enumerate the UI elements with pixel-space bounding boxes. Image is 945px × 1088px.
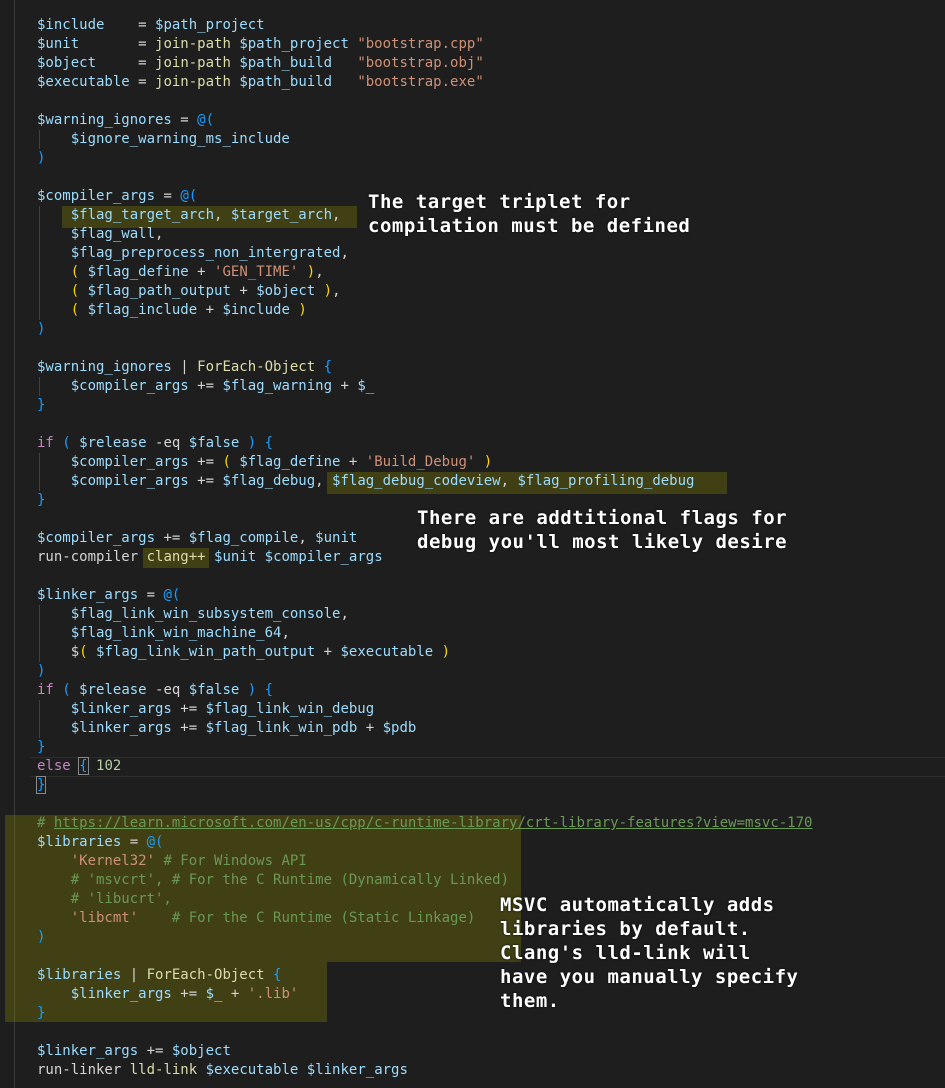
- code-line: ): [37, 663, 46, 679]
- code-line: # 'libucrt',: [70, 891, 172, 907]
- code-line: 'Kernel32' # For Windows API: [70, 853, 307, 869]
- code-line: $linker_args += $object: [37, 1043, 231, 1059]
- code-line: $linker_args += $flag_link_win_pdb + $pd…: [70, 720, 417, 736]
- code-line: }: [37, 492, 46, 508]
- code-line: $compiler_args += $flag_warning + $_: [70, 378, 375, 394]
- code-line: $( $flag_link_win_path_output + $executa…: [37, 644, 451, 660]
- code-line: }: [37, 1005, 46, 1021]
- code-line: 'libcmt' # For the C Runtime (Static Lin…: [70, 910, 476, 926]
- code-line: $flag_link_win_subsystem_console,: [70, 606, 349, 622]
- code-line: $compiler_args += $flag_compile, $unit: [37, 530, 358, 546]
- code-line: $compiler_args += $flag_debug, $flag_deb…: [70, 473, 695, 489]
- annotation-target-triplet: The target triplet for compilation must …: [368, 191, 691, 237]
- code-line: $warning_ignores = @(: [37, 112, 215, 128]
- code-line: ): [37, 929, 46, 945]
- code-line: if ( $release -eq $false ) {: [37, 435, 274, 451]
- docs-link[interactable]: https://learn.microsoft.com/en-us/cpp/c-…: [54, 815, 813, 831]
- current-line-highlight: [30, 757, 945, 777]
- code-line: $linker_args = @(: [37, 587, 181, 603]
- code-line: $warning_ignores | ForEach-Object {: [37, 359, 333, 375]
- code-line: }: [35, 776, 47, 794]
- code-line: run-linker lld-link $executable $linker_…: [37, 1062, 408, 1078]
- code-line: $executable = join-path $path_build "boo…: [37, 74, 484, 90]
- code-line: $object = join-path $path_build "bootstr…: [37, 55, 484, 71]
- code-line: # https://learn.microsoft.com/en-us/cpp/…: [37, 815, 813, 831]
- code-line: ): [37, 321, 46, 337]
- code-line: $flag_preprocess_non_intergrated,: [70, 245, 349, 261]
- code-line: $flag_target_arch, $target_arch,: [70, 207, 341, 223]
- code-line: }: [37, 739, 46, 755]
- code-line: $compiler_args = @(: [37, 188, 198, 204]
- code-line: $unit = join-path $path_project "bootstr…: [37, 36, 484, 52]
- code-line: $compiler_args += ( $flag_define + 'Buil…: [70, 454, 493, 470]
- code-line: else { 102: [37, 757, 122, 775]
- code-line: # 'msvcrt', # For the C Runtime (Dynamic…: [70, 872, 510, 888]
- code-line: $include = $path_project: [37, 17, 265, 33]
- code-line: $libraries | ForEach-Object {: [37, 967, 282, 983]
- code-line: $flag_link_win_machine_64,: [70, 625, 290, 641]
- code-line: $libraries = @(: [37, 834, 164, 850]
- code-line: ( $flag_define + 'GEN_TIME' ),: [70, 264, 324, 280]
- code-line: $linker_args += $flag_link_win_debug: [70, 701, 375, 717]
- code-line: run-compiler clang++ $unit $compiler_arg…: [37, 549, 383, 565]
- code-line: ( $flag_include + $include ): [70, 302, 307, 318]
- code-line: ( $flag_path_output + $object ),: [70, 283, 341, 299]
- code-line: ): [37, 150, 46, 166]
- code-line: $linker_args += $_ + '.lib': [70, 986, 299, 1002]
- code-line: }: [37, 397, 46, 413]
- code-line: $ignore_warning_ms_include: [70, 131, 290, 147]
- annotation-msvc-libraries: MSVC automatically adds libraries by def…: [500, 894, 799, 1012]
- annotation-debug-flags: There are addtitional flags for debug yo…: [417, 507, 788, 553]
- code-editor[interactable]: $include = $path_project $unit = join-pa…: [0, 0, 945, 1088]
- code-line: if ( $release -eq $false ) {: [37, 682, 274, 698]
- code-line: $flag_wall,: [70, 226, 164, 242]
